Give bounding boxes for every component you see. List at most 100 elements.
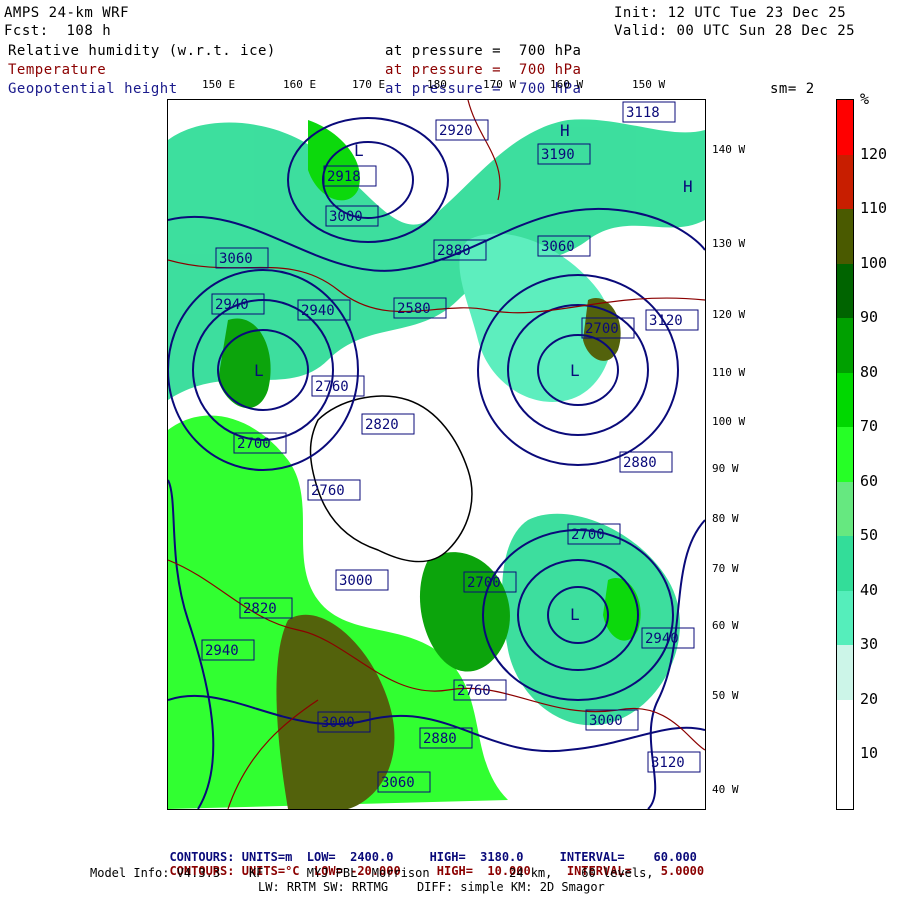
colorbar-segment: [837, 372, 853, 428]
lat-label: 120 W: [712, 308, 746, 321]
colorbar-label: 90: [860, 308, 879, 326]
humidity-colorbar: [836, 99, 854, 810]
weather-map: L L L L H H 3118 3190 2920 2918 3000 306…: [167, 99, 706, 810]
height-value-label: 3120: [647, 751, 701, 773]
colorbar-label: 100: [860, 254, 888, 272]
height-value-label: 2940: [641, 627, 695, 649]
lon-label: 170 W: [483, 78, 517, 91]
field-temp-level: at pressure = 700 hPa: [385, 62, 582, 78]
lat-label: 40 W: [712, 783, 739, 796]
low-center-label: L: [354, 141, 364, 160]
lon-label: 170 E: [352, 78, 386, 91]
svg-text:2700: 2700: [237, 436, 271, 452]
lat-label: 110 W: [712, 366, 746, 379]
height-value-label: 2760: [453, 679, 507, 701]
colorbar-segment: [837, 481, 853, 537]
model-title: AMPS 24-km WRF: [4, 5, 130, 21]
colorbar-segment: [837, 590, 853, 646]
svg-text:3060: 3060: [381, 775, 415, 791]
model-info-line1: Model Info: V4.3.3 KF MYJ PBL Morrison 2…: [90, 866, 654, 880]
colorbar-label: 30: [860, 635, 879, 653]
svg-text:3000: 3000: [329, 209, 363, 225]
lon-label: 150 E: [202, 78, 236, 91]
lon-label: 150 W: [632, 78, 666, 91]
colorbar-label: 110: [860, 199, 888, 217]
svg-text:2820: 2820: [243, 601, 277, 617]
svg-text:2820: 2820: [365, 417, 399, 433]
lat-label: 70 W: [712, 562, 739, 575]
svg-text:2880: 2880: [423, 731, 457, 747]
svg-text:2580: 2580: [397, 301, 431, 317]
svg-text:3000: 3000: [589, 713, 623, 729]
field-temp-name: Temperature: [8, 62, 107, 78]
colorbar-label: 70: [860, 417, 879, 435]
svg-text:2700: 2700: [571, 527, 605, 543]
forecast-hour: Fcst: 108 h: [4, 23, 112, 39]
high-center-label: H: [560, 121, 570, 140]
high-center-label: H: [683, 177, 693, 196]
height-value-label: 2918: [323, 165, 377, 187]
lat-label: 50 W: [712, 689, 739, 702]
colorbar-segment: [837, 100, 853, 156]
svg-text:2760: 2760: [311, 483, 345, 499]
colorbar-segment: [837, 209, 853, 265]
svg-text:3120: 3120: [651, 755, 685, 771]
colorbar-segment: [837, 427, 853, 483]
svg-text:2940: 2940: [215, 297, 249, 313]
colorbar-label: 10: [860, 744, 879, 762]
field-height-name: Geopotential height: [8, 81, 178, 97]
lat-label: 140 W: [712, 143, 746, 156]
height-value-label: 3000: [335, 569, 389, 591]
svg-text:3060: 3060: [219, 251, 253, 267]
colorbar-segment: [837, 263, 853, 319]
lon-label: 180: [427, 78, 447, 91]
svg-text:3060: 3060: [541, 239, 575, 255]
svg-text:2920: 2920: [439, 123, 473, 139]
init-time: Init: 12 UTC Tue 23 Dec 25: [614, 5, 847, 21]
svg-text:2940: 2940: [645, 631, 679, 647]
colorbar-segment: [837, 699, 853, 755]
lon-label: 160 E: [283, 78, 317, 91]
valid-time: Valid: 00 UTC Sun 28 Dec 25: [614, 23, 856, 39]
low-center-label: L: [254, 361, 264, 380]
lon-label: 160 W: [550, 78, 584, 91]
smoothing-label: sm= 2: [770, 81, 815, 97]
lat-label: 90 W: [712, 462, 739, 475]
svg-text:2760: 2760: [457, 683, 491, 699]
height-value-label: 2880: [619, 451, 673, 473]
lat-label: 60 W: [712, 619, 739, 632]
model-info-line2: LW: RRTM SW: RRTMG DIFF: simple KM: 2D S…: [258, 880, 605, 894]
colorbar-segment: [837, 536, 853, 592]
colorbar-label: 60: [860, 472, 879, 490]
height-value-label: 3118: [622, 101, 676, 123]
svg-text:2760: 2760: [315, 379, 349, 395]
lat-label: 130 W: [712, 237, 746, 250]
svg-text:3000: 3000: [321, 715, 355, 731]
height-value-label: 2700: [581, 317, 635, 339]
colorbar-segment: [837, 154, 853, 210]
svg-text:2940: 2940: [205, 643, 239, 659]
lat-label: 80 W: [712, 512, 739, 525]
svg-text:3118: 3118: [626, 105, 660, 121]
colorbar-label: 20: [860, 690, 879, 708]
svg-text:3000: 3000: [339, 573, 373, 589]
lat-label: 100 W: [712, 415, 746, 428]
svg-text:2700: 2700: [467, 575, 501, 591]
colorbar-segment: [837, 754, 853, 810]
field-rh-level: at pressure = 700 hPa: [385, 43, 582, 59]
colorbar-segment: [837, 645, 853, 701]
colorbar-label: 40: [860, 581, 879, 599]
svg-text:2700: 2700: [585, 321, 619, 337]
colorbar-label: 50: [860, 526, 879, 544]
svg-text:2880: 2880: [437, 243, 471, 259]
svg-text:2880: 2880: [623, 455, 657, 471]
colorbar-unit: %: [860, 90, 870, 108]
field-rh-name: Relative humidity (w.r.t. ice): [8, 43, 276, 59]
colorbar-label: 120: [860, 145, 888, 163]
low-center-label: L: [570, 605, 580, 624]
low-center-label: L: [570, 361, 580, 380]
svg-text:2940: 2940: [301, 303, 335, 319]
colorbar-label: 80: [860, 363, 879, 381]
svg-text:3120: 3120: [649, 313, 683, 329]
svg-text:2918: 2918: [327, 169, 361, 185]
